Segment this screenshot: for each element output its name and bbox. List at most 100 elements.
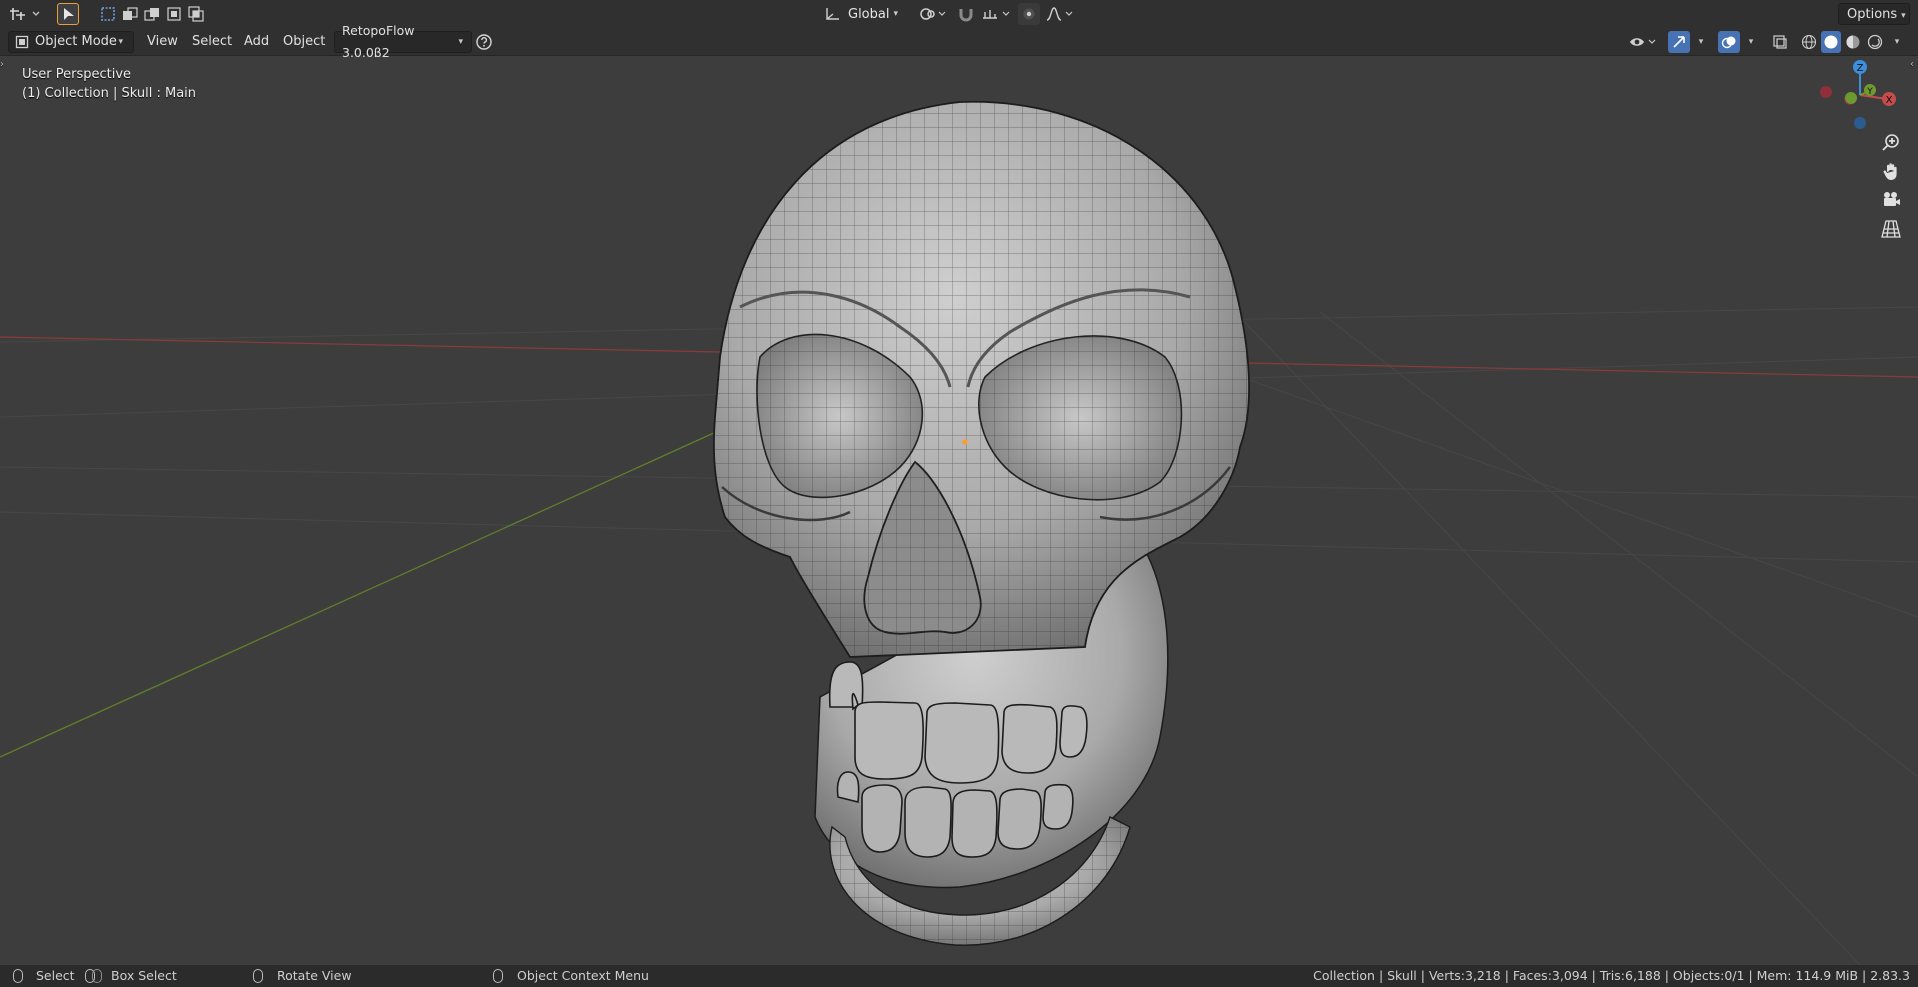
scene-statistics: Collection | Skull | Verts:3,218 | Faces… [1313,968,1910,983]
options-label: Options [1847,7,1898,22]
select-mode-intersect-button[interactable] [186,3,206,25]
select-intersect-icon [188,6,204,22]
menu-object[interactable]: Object [277,31,331,53]
xray-toggle[interactable] [1770,31,1790,53]
select-subtract-icon [144,8,159,21]
gizmo-y-label: Y [1866,87,1873,97]
proportional-dot-icon [1023,8,1035,20]
overlays-dropdown[interactable]: ▾ [1740,31,1758,53]
mode-label: Object Mode [35,34,117,49]
hint-select: Select [36,968,75,983]
magnet-icon [959,9,973,22]
pivot-link-icon [920,8,946,20]
skull-mesh [713,100,1250,946]
zoom-icon [1882,134,1899,151]
chevron-down-icon: ▾ [1901,11,1906,21]
gizmo-x-label: X [1886,95,1893,106]
cursor-icon [64,8,74,20]
hint-rotate-view: Rotate View [277,968,352,983]
tool-select-box-button[interactable] [57,3,79,25]
gizmo-neg-x-dot [1820,86,1832,98]
rendered-sphere-icon [1867,34,1883,50]
object-origin-dot [962,439,968,445]
hint-box-select: Box Select [111,968,177,983]
y-axis-line [0,411,761,758]
pivot-point-dropdown[interactable] [916,3,950,25]
shading-material-button[interactable] [1843,31,1863,53]
falloff-curve-icon [1046,7,1073,21]
snap-increment-icon [983,10,1010,19]
proportional-falloff-dropdown[interactable] [1044,3,1078,25]
gizmo-neg-y-axis [1845,92,1857,104]
mouse-drag-shadow-icon [92,969,102,983]
toolbar-toggle-arrow-icon[interactable]: › [0,59,4,70]
camera-view-button[interactable] [1876,185,1906,215]
editor-type-icon [10,8,40,20]
camera-icon [1884,192,1900,206]
shading-wireframe-button[interactable] [1799,31,1819,53]
status-bar: Select Box Select Rotate View Object Con… [0,965,1918,987]
select-mode-extend-button[interactable] [120,3,140,25]
shading-solid-button[interactable] [1821,31,1841,53]
select-new-icon [101,7,115,21]
viewport-scene [0,100,1918,965]
viewport-header: Object Mode ▾ View Select Add Object Ret… [0,23,1918,60]
mouse-right-icon [493,969,503,983]
shading-rendered-button[interactable] [1865,31,1885,53]
chevron-down-icon: ▾ [1748,37,1754,47]
hint-context-menu: Object Context Menu [517,968,649,983]
overlay-circles-icon [1721,36,1736,49]
menu-select[interactable]: Select [186,31,238,53]
shading-dropdown[interactable]: ▾ [1886,31,1904,53]
gizmo-z-label: Z [1857,63,1864,74]
chevron-down-icon: ▾ [1894,37,1900,47]
mode-dropdown[interactable]: Object Mode ▾ [8,31,134,53]
chevron-down-icon: ▾ [118,37,123,47]
help-icon [476,34,492,50]
hand-icon [1883,163,1897,180]
gizmo-toggle[interactable] [1668,31,1690,53]
select-extend-icon [123,7,138,20]
xray-icon [1773,35,1787,49]
select-mode-new-button[interactable] [98,3,118,25]
snap-target-dropdown[interactable] [980,3,1014,25]
snap-toggle-button[interactable] [955,3,977,25]
gizmo-arrow-icon [1673,36,1685,48]
options-dropdown[interactable]: Options ▾ [1838,3,1910,25]
menu-view[interactable]: View [141,31,184,53]
mouse-left-icon [13,969,23,983]
overlays-toggle[interactable] [1718,31,1740,53]
select-mode-subtract-button[interactable] [142,3,162,25]
viewport-perspective-label: User Perspective [22,67,132,82]
3d-viewport[interactable]: User Perspective (1) Collection | Skull … [0,57,1918,965]
mouse-middle-icon [253,969,263,983]
solid-sphere-icon [1824,35,1838,49]
sidebar-toggle-arrow-icon[interactable]: ‹ [1910,59,1914,70]
perspective-toggle-button[interactable] [1876,214,1906,244]
chevron-down-icon: ▾ [458,37,463,47]
gizmo-neg-z-axis [1854,117,1866,129]
gizmo-dropdown[interactable]: ▾ [1690,31,1708,53]
chevron-down-icon: ▾ [893,9,899,19]
orientation-label: Global [848,6,890,22]
proportional-editing-toggle[interactable] [1018,3,1040,25]
retopoflow-help-button[interactable] [474,31,494,53]
object-mode-icon [15,35,29,49]
select-invert-icon [167,7,181,21]
eye-icon [1630,38,1656,46]
tool-settings-bar: Global ▾ Options ▾ [0,0,1918,28]
editor-type-button[interactable] [8,3,44,25]
visibility-dropdown[interactable] [1628,31,1662,53]
orientation-axes-icon [826,8,839,20]
select-mode-invert-button[interactable] [164,3,184,25]
menu-add[interactable]: Add [238,31,275,53]
chevron-down-icon: ▾ [1698,37,1704,47]
transform-orientation-dropdown[interactable]: Global ▾ [818,3,908,25]
zoom-button[interactable] [1876,128,1906,158]
wireframe-sphere-icon [1801,34,1817,50]
pan-button[interactable] [1876,157,1906,187]
material-sphere-icon [1846,35,1860,49]
retopoflow-dropdown[interactable]: RetopoFlow 3.0.0β2 ▾ [334,23,472,60]
viewport-collection-label: (1) Collection | Skull : Main [22,86,197,101]
grid-perspective-icon [1881,220,1901,238]
